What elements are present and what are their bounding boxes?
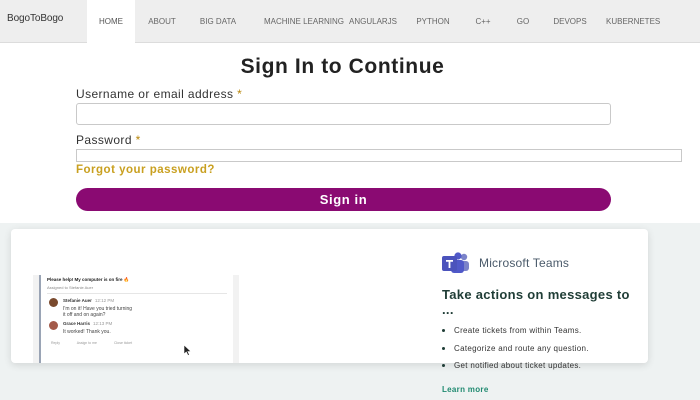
nav-item-devops[interactable]: DEVOPS (548, 0, 592, 43)
nav-item-python[interactable]: PYTHON (411, 0, 455, 43)
nav-item-home[interactable]: HOME (87, 0, 135, 43)
password-input[interactable] (76, 149, 682, 162)
password-label-text: Password (76, 133, 132, 147)
promo-bullet-text: Create tickets from within Teams. (454, 326, 582, 335)
promo-bullet-text: Categorize and route any question. (454, 344, 589, 353)
chat-preview: Please help! My computer is on fire 🔥 As… (33, 275, 239, 363)
bullet-dot-icon (442, 364, 445, 368)
chat-time: 12:13 PM (93, 321, 113, 326)
mouse-cursor-icon (184, 345, 192, 356)
chat-message-line: it off and on again? (63, 312, 106, 318)
reply-action[interactable]: Reply (51, 341, 60, 345)
bullet-dot-icon (442, 329, 445, 333)
divider (47, 293, 227, 294)
site-brand[interactable]: BogoToBogo (7, 13, 63, 24)
chat-author-name: Stefanie Auer (63, 298, 92, 303)
nav-item-cpp[interactable]: C++ (470, 0, 496, 43)
bullet-dot-icon (442, 347, 445, 351)
nav-item-kubernetes[interactable]: KUBERNETES (606, 0, 660, 43)
avatar (49, 321, 58, 330)
username-label: Username or email address * (76, 87, 242, 101)
promo-bullet-text: Get notified about ticket updates. (454, 361, 582, 370)
username-label-text: Username or email address (76, 87, 234, 101)
teams-brand-name: Microsoft Teams (479, 256, 570, 270)
nav-item-big-data[interactable]: BIG DATA (194, 0, 242, 43)
microsoft-teams-icon (442, 252, 469, 273)
page-title: Sign In to Continue (240, 55, 445, 78)
chat-message-line: It worked! Thank you. (63, 329, 111, 335)
nav-item-angularjs[interactable]: ANGULARJS (349, 0, 397, 43)
chat-actions: Reply Assign to me Close ticket (51, 341, 148, 345)
promo-bullet: Get notified about ticket updates. (442, 361, 581, 370)
nav-item-machine-learning[interactable]: MACHINE LEARNING (254, 0, 354, 43)
password-label: Password * (76, 133, 141, 147)
nav-item-about[interactable]: ABOUT (140, 0, 184, 43)
promo-headline: Take actions on messages to ... (442, 287, 630, 317)
chat-author: Grace Harris 12:13 PM (63, 321, 112, 326)
sign-in-button[interactable]: Sign in (76, 188, 611, 211)
forgot-password-link[interactable]: Forgot your password? (76, 164, 215, 176)
chat-card: Please help! My computer is on fire 🔥 As… (39, 275, 233, 363)
close-ticket-action[interactable]: Close ticket (114, 341, 132, 345)
avatar (49, 298, 58, 307)
promo-bullet: Create tickets from within Teams. (442, 326, 582, 335)
assign-action[interactable]: Assign to me (77, 341, 97, 345)
required-marker: * (135, 133, 141, 147)
chat-header: Please help! My computer is on fire 🔥 (47, 277, 130, 282)
top-nav: BogoToBogo HOME ABOUT BIG DATA MACHINE L… (0, 0, 700, 43)
learn-more-link[interactable]: Learn more (442, 385, 489, 394)
chat-author-name: Grace Harris (63, 321, 91, 326)
required-marker: * (237, 87, 243, 101)
username-input[interactable] (76, 103, 611, 125)
promo-bullet: Categorize and route any question. (442, 344, 589, 353)
chat-time: 12:12 PM (94, 298, 115, 303)
chat-author: Stefanie Auer 12:12 PM (63, 298, 114, 303)
nav-item-go[interactable]: GO (511, 0, 535, 43)
signin-panel: Sign In to Continue Username or email ad… (0, 43, 700, 223)
chat-assigned: Assigned to Stefanie Auer (47, 285, 94, 290)
